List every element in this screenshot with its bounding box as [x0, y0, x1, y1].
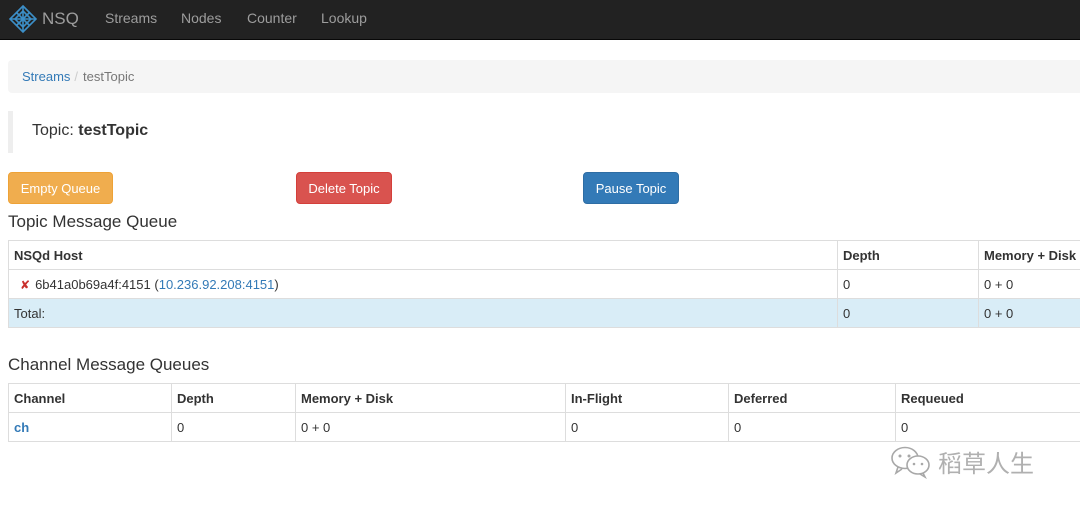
- host-address-link[interactable]: 10.236.92.208:4151: [159, 277, 275, 292]
- topic-queue-table: NSQd Host Depth Memory + Disk ✘ 6b41a0b69…: [8, 240, 1080, 328]
- column-header: Requeued: [895, 383, 1080, 413]
- wechat-icon: [891, 446, 930, 479]
- deferred-cell: 0: [728, 412, 896, 442]
- watermark-text: 稻草人生: [938, 450, 1034, 478]
- table-header-row: NSQd Host Depth Memory + Disk: [8, 240, 1080, 270]
- channel-link[interactable]: ch: [14, 420, 29, 435]
- total-depth: 0: [837, 298, 979, 328]
- brand-link[interactable]: NSQ: [8, 3, 79, 35]
- nsq-logo-icon: [8, 4, 38, 34]
- navbar: NSQ Streams Nodes Counter Lookup: [0, 0, 1080, 40]
- channel-queues-title: Channel Message Queues: [8, 355, 210, 374]
- total-memory-disk: 0 + 0: [978, 298, 1080, 328]
- table-header-row: Channel Depth Memory + Disk In-Flight De…: [8, 383, 1080, 413]
- memory-disk-cell: 0 + 0: [978, 269, 1080, 299]
- column-header: In-Flight: [565, 383, 729, 413]
- requeued-cell: 0: [895, 412, 1080, 442]
- table-row: ✘ 6b41a0b69a4f:4151 (10.236.92.208:4151) …: [8, 269, 1080, 299]
- empty-queue-button[interactable]: Empty Queue: [8, 172, 113, 204]
- column-header: Deferred: [728, 383, 896, 413]
- total-label: Total:: [8, 298, 838, 328]
- column-header: Memory + Disk: [978, 240, 1080, 270]
- x-mark-icon: ✘: [20, 277, 31, 292]
- column-header: Channel: [8, 383, 172, 413]
- watermark: 稻草人生: [890, 444, 1034, 479]
- breadcrumb-current: testTopic: [83, 69, 135, 84]
- breadcrumb-separator: /: [74, 69, 79, 84]
- breadcrumb-streams-link[interactable]: Streams: [22, 69, 70, 84]
- channel-cell: ch: [8, 412, 172, 442]
- brand-name: NSQ: [42, 9, 79, 28]
- channel-queues-table: Channel Depth Memory + Disk In-Flight De…: [8, 383, 1080, 442]
- column-header: Depth: [171, 383, 296, 413]
- in-flight-cell: 0: [565, 412, 729, 442]
- host-cell: ✘ 6b41a0b69a4f:4151 (10.236.92.208:4151): [8, 269, 838, 299]
- host-name: 6b41a0b69a4f:4151: [35, 276, 151, 292]
- page-title: Topic: testTopic: [8, 111, 1080, 153]
- delete-topic-button[interactable]: Delete Topic: [296, 172, 392, 204]
- column-header: Depth: [837, 240, 979, 270]
- pause-topic-button[interactable]: Pause Topic: [583, 172, 679, 204]
- topic-queue-title: Topic Message Queue: [8, 212, 178, 231]
- total-row: Total: 0 0 + 0: [8, 298, 1080, 328]
- depth-cell: 0: [171, 412, 296, 442]
- nav-streams[interactable]: Streams: [105, 10, 157, 26]
- topic-label: Topic:: [32, 122, 74, 139]
- nav-counter[interactable]: Counter: [247, 10, 297, 26]
- column-header: NSQd Host: [8, 240, 838, 270]
- column-header: Memory + Disk: [295, 383, 566, 413]
- memory-disk-cell: 0 + 0: [295, 412, 566, 442]
- paren: ): [274, 276, 279, 292]
- depth-cell: 0: [837, 269, 979, 299]
- breadcrumb: Streams / testTopic: [8, 60, 1080, 93]
- nav-lookup[interactable]: Lookup: [321, 10, 367, 26]
- nav-nodes[interactable]: Nodes: [181, 10, 221, 26]
- table-row: ch 0 0 + 0 0 0 0: [8, 412, 1080, 442]
- topic-name: testTopic: [78, 122, 149, 139]
